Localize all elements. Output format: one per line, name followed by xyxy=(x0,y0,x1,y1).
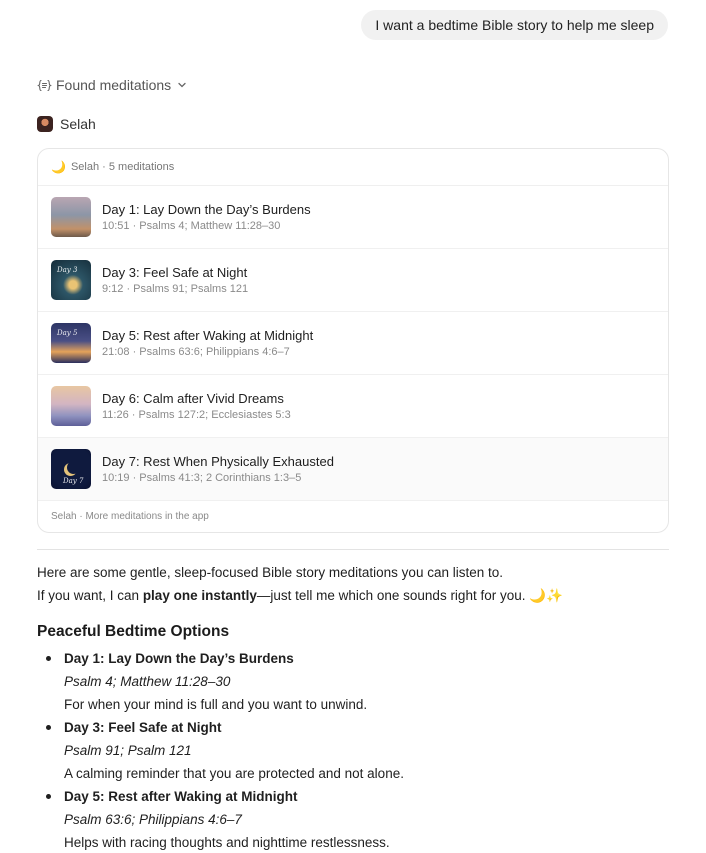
meditation-meta: 10:51 · Psalms 4; Matthew 11:28–30 xyxy=(102,219,281,232)
option-description: A calming reminder that you are protecte… xyxy=(64,766,404,781)
meditation-title: Day 6: Calm after Vivid Dreams xyxy=(102,390,284,406)
option-title: Day 1: Lay Down the Day’s Burdens xyxy=(64,651,294,666)
offer-prefix: If you want, I can xyxy=(37,588,143,603)
meditation-title: Day 5: Rest after Waking at Midnight xyxy=(102,327,314,343)
option-reference: Psalm 63:6; Philippians 4:6–7 xyxy=(64,812,242,827)
app-name: Selah xyxy=(60,116,96,132)
list-item: Day 1: Lay Down the Day’s Burdens Psalm … xyxy=(44,650,644,713)
meditation-thumbnail: Day 3 xyxy=(51,260,91,300)
meditation-thumbnail xyxy=(51,197,91,237)
app-attribution: Selah xyxy=(37,116,96,132)
response-offer: If you want, I can play one instantly—ju… xyxy=(37,588,563,604)
meditation-thumbnail: Day 5 xyxy=(51,323,91,363)
meditation-item[interactable]: Day 5 Day 5: Rest after Waking at Midnig… xyxy=(38,312,668,375)
response-intro: Here are some gentle, sleep-focused Bibl… xyxy=(37,565,503,580)
bullet xyxy=(46,725,51,730)
bullet xyxy=(46,794,51,799)
option-reference: Psalm 91; Psalm 121 xyxy=(64,743,192,758)
meditation-meta: 10:19 · Psalms 41:3; 2 Corinthians 1:3–5 xyxy=(102,471,302,484)
tool-icon xyxy=(37,78,52,93)
option-title: Day 5: Rest after Waking at Midnight xyxy=(64,789,298,804)
meditations-card: 🌙 Selah · 5 meditations Day 1: Lay Down … xyxy=(37,148,669,533)
user-message-text: I want a bedtime Bible story to help me … xyxy=(375,17,654,33)
option-reference: Psalm 4; Matthew 11:28–30 xyxy=(64,674,231,689)
thumbnail-label: Day 7 xyxy=(63,477,84,485)
meditation-item[interactable]: Day 7 Day 7: Rest When Physically Exhaus… xyxy=(38,438,668,501)
meditation-meta: 21:08 · Psalms 63:6; Philippians 4:6–7 xyxy=(102,345,290,358)
options-list: Day 1: Lay Down the Day’s Burdens Psalm … xyxy=(44,650,644,851)
selah-logo xyxy=(37,116,53,132)
meditation-thumbnail xyxy=(51,386,91,426)
moon-icon: 🌙 xyxy=(51,160,66,174)
option-title: Day 3: Feel Safe at Night xyxy=(64,720,222,735)
card-header-text: Selah · 5 meditations xyxy=(70,161,175,173)
offer-suffix: —just tell me which one sounds right for… xyxy=(256,588,563,603)
meditation-item[interactable]: Day 6: Calm after Vivid Dreams 11:26 · P… xyxy=(38,375,668,438)
thumbnail-label: Day 3 xyxy=(57,266,78,274)
list-item: Day 5: Rest after Waking at Midnight Psa… xyxy=(44,788,644,851)
meditation-title: Day 7: Rest When Physically Exhausted xyxy=(102,453,334,469)
meditation-meta: 11:26 · Psalms 127:2; Ecclesiastes 5:3 xyxy=(102,408,291,421)
divider xyxy=(37,549,669,550)
card-footer-link[interactable]: Selah · More meditations in the app xyxy=(38,501,668,532)
user-message-bubble: I want a bedtime Bible story to help me … xyxy=(361,10,668,40)
meditation-item[interactable]: Day 1: Lay Down the Day’s Burdens 10:51 … xyxy=(38,186,668,249)
offer-bold: play one instantly xyxy=(142,588,257,603)
option-description: Helps with racing thoughts and nighttime… xyxy=(64,835,390,850)
card-header: 🌙 Selah · 5 meditations xyxy=(38,149,668,186)
chevron-down-icon xyxy=(176,79,188,91)
tool-call-label: Found meditations xyxy=(56,77,172,93)
meditation-title: Day 1: Lay Down the Day’s Burdens xyxy=(102,201,311,217)
meditation-item[interactable]: Day 3 Day 3: Feel Safe at Night 9:12 · P… xyxy=(38,249,668,312)
bullet xyxy=(46,656,51,661)
section-heading: Peaceful Bedtime Options xyxy=(37,623,230,640)
meditation-meta: 9:12 · Psalms 91; Psalms 121 xyxy=(102,282,249,295)
thumbnail-label: Day 5 xyxy=(57,329,78,337)
meditation-thumbnail: Day 7 xyxy=(51,449,91,489)
list-item: Day 3: Feel Safe at Night Psalm 91; Psal… xyxy=(44,719,644,782)
tool-call-toggle[interactable]: Found meditations xyxy=(37,77,188,93)
crescent-icon xyxy=(64,463,77,476)
meditation-title: Day 3: Feel Safe at Night xyxy=(102,264,248,280)
option-description: For when your mind is full and you want … xyxy=(64,697,368,712)
